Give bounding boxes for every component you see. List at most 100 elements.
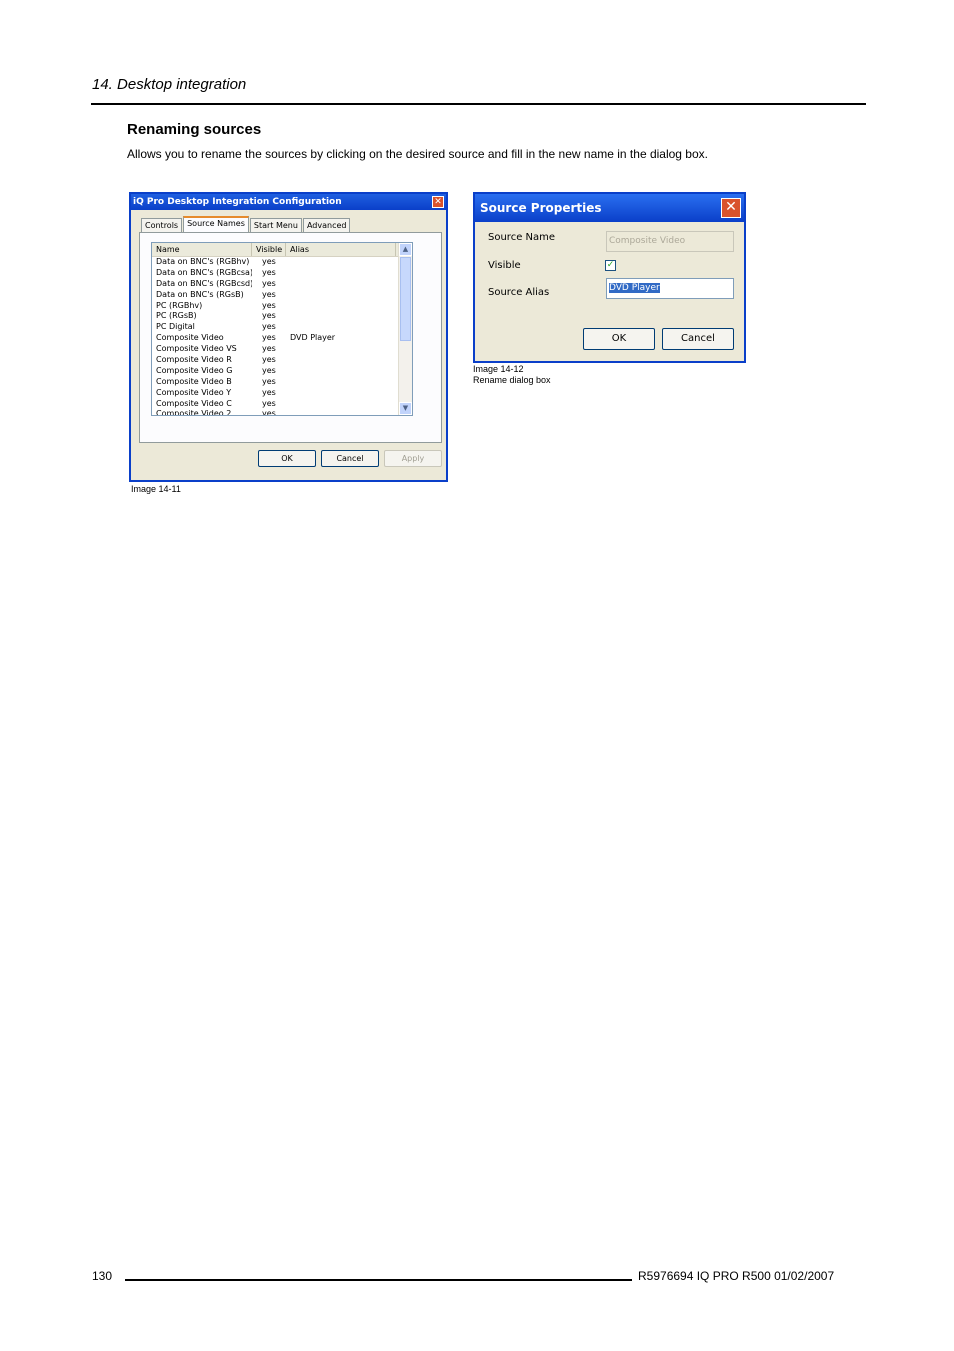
row-name-cell: Data on BNC's (RGBcsa) <box>156 267 252 277</box>
apply-button[interactable]: Apply <box>384 450 442 467</box>
row-name-cell: Composite Video C <box>156 398 232 408</box>
chapter-header: 14. Desktop integration <box>92 76 247 93</box>
row-name-cell: Data on BNC's (RGBcsd) <box>156 278 252 288</box>
close-icon[interactable]: ✕ <box>721 198 741 218</box>
footer-document-info: R5976694 IQ PRO R500 01/02/2007 <box>638 1269 835 1283</box>
ok-button[interactable]: OK <box>583 328 655 350</box>
row-alias-cell <box>286 311 396 322</box>
footer-rule <box>125 1279 632 1281</box>
page-number: 130 <box>92 1269 113 1283</box>
row-visible-cell: yes <box>262 376 276 386</box>
row-alias-cell <box>286 268 396 279</box>
ok-button[interactable]: OK <box>258 450 316 467</box>
table-row[interactable]: Composite Video G yes <box>152 366 412 377</box>
figure-caption-14-11: Image 14-11 <box>131 484 181 494</box>
row-visible-cell: yes <box>262 365 276 375</box>
tab-panel: Name Visible Alias Data on BNC's (RGBhv)… <box>139 232 442 443</box>
row-alias-cell <box>286 355 396 366</box>
source-list[interactable]: Name Visible Alias Data on BNC's (RGBhv)… <box>151 242 413 416</box>
row-name-cell: Composite Video R <box>156 355 232 365</box>
source-name-field: Composite Video <box>606 231 734 252</box>
column-header-visible[interactable]: Visible <box>252 243 286 256</box>
tab-advanced[interactable]: Advanced <box>302 218 351 232</box>
row-name-cell: Composite Video B <box>156 376 232 386</box>
row-alias-cell <box>286 366 396 377</box>
column-header-name[interactable]: Name <box>152 243 252 256</box>
vertical-scrollbar[interactable]: ▲ ▼ <box>398 243 412 415</box>
row-name-cell: Composite Video G <box>156 365 233 375</box>
table-row[interactable]: Data on BNC's (RGsB) yes <box>152 290 412 301</box>
row-visible-cell: yes <box>262 355 276 365</box>
table-row[interactable]: Data on BNC's (RGBhv) yes <box>152 257 412 268</box>
row-visible-cell: yes <box>262 322 276 332</box>
row-visible-cell: yes <box>262 387 276 397</box>
row-visible-cell: yes <box>262 398 276 408</box>
cancel-button[interactable]: Cancel <box>662 328 734 350</box>
section-title: Renaming sources <box>127 121 262 138</box>
row-visible-cell: yes <box>262 257 276 266</box>
row-alias-cell <box>286 399 396 410</box>
row-visible-cell: yes <box>262 289 276 299</box>
scroll-down-icon[interactable]: ▼ <box>399 402 412 415</box>
table-row[interactable]: Composite Video C yes <box>152 399 412 410</box>
table-row[interactable]: Data on BNC's (RGBcsd) yes <box>152 279 412 290</box>
row-name-cell: Composite Video 2 <box>156 409 232 416</box>
scroll-thumb[interactable] <box>400 257 411 341</box>
source-properties-title: Source Properties <box>480 201 602 215</box>
row-name-cell: Composite Video <box>156 333 224 343</box>
row-alias-cell <box>286 409 396 415</box>
row-name-cell: Data on BNC's (RGBhv) <box>156 257 250 266</box>
row-alias-cell: DVD Player <box>290 333 336 343</box>
row-alias-cell <box>286 257 396 268</box>
row-visible-cell: yes <box>262 333 276 343</box>
close-icon[interactable]: ✕ <box>432 196 444 208</box>
row-alias-cell <box>286 344 396 355</box>
table-row[interactable]: PC (RGsB) yes <box>152 311 412 322</box>
tab-start-menu[interactable]: Start Menu <box>249 218 302 232</box>
table-row[interactable]: Composite Video VS yes <box>152 344 412 355</box>
row-alias-cell <box>286 322 396 333</box>
row-alias-cell <box>286 377 396 388</box>
row-name-cell: PC Digital <box>156 322 195 332</box>
row-visible-cell: yes <box>262 278 276 288</box>
row-visible-cell: yes <box>262 344 276 354</box>
table-row[interactable]: Composite Video 2 yes <box>152 409 412 416</box>
table-row[interactable]: Data on BNC's (RGBcsa) yes <box>152 268 412 279</box>
source-alias-label: Source Alias <box>488 287 550 298</box>
cancel-button[interactable]: Cancel <box>321 450 379 467</box>
row-visible-cell: yes <box>262 311 276 321</box>
tab-strip: Controls Source Names Start Menu Advance… <box>141 216 351 232</box>
table-row[interactable]: PC (RGBhv) yes <box>152 301 412 312</box>
table-row[interactable]: PC Digital yes <box>152 322 412 333</box>
visible-checkbox[interactable]: ✓ <box>605 260 616 271</box>
table-row[interactable]: Composite Video yes DVD Player <box>152 333 412 344</box>
config-dialog-title: iQ Pro Desktop Integration Configuration <box>133 197 342 207</box>
source-alias-input[interactable]: DVD Player <box>606 278 734 299</box>
row-visible-cell: yes <box>262 300 276 310</box>
row-name-cell: Data on BNC's (RGsB) <box>156 289 244 299</box>
source-name-label: Source Name <box>488 232 556 243</box>
column-header-alias[interactable]: Alias <box>286 243 396 256</box>
tab-controls[interactable]: Controls <box>141 218 183 232</box>
tab-source-names[interactable]: Source Names <box>183 216 249 232</box>
row-visible-cell: yes <box>262 409 276 416</box>
row-alias-cell <box>286 388 396 399</box>
source-properties-dialog: Source Properties ✕ Source Name Composit… <box>473 192 746 363</box>
table-row[interactable]: Composite Video R yes <box>152 355 412 366</box>
intro-paragraph: Allows you to rename the sources by clic… <box>127 147 708 161</box>
header-rule <box>91 103 866 105</box>
row-alias-cell <box>286 279 396 290</box>
config-dialog-titlebar: iQ Pro Desktop Integration Configuration… <box>131 194 446 210</box>
figure-number: Image 14-12 <box>473 364 524 374</box>
row-name-cell: Composite Video Y <box>156 387 232 397</box>
row-alias-cell <box>286 301 396 312</box>
row-name-cell: PC (RGsB) <box>156 311 197 321</box>
row-name-cell: PC (RGBhv) <box>156 300 203 310</box>
table-row[interactable]: Composite Video B yes <box>152 377 412 388</box>
scroll-up-icon[interactable]: ▲ <box>399 243 412 256</box>
table-row[interactable]: Composite Video Y yes <box>152 388 412 399</box>
source-alias-value: DVD Player <box>609 283 660 293</box>
figure-description: Rename dialog box <box>473 375 551 385</box>
list-rows: Data on BNC's (RGBhv) yes Data on BNC's (R… <box>152 257 412 416</box>
visible-label: Visible <box>488 260 521 271</box>
